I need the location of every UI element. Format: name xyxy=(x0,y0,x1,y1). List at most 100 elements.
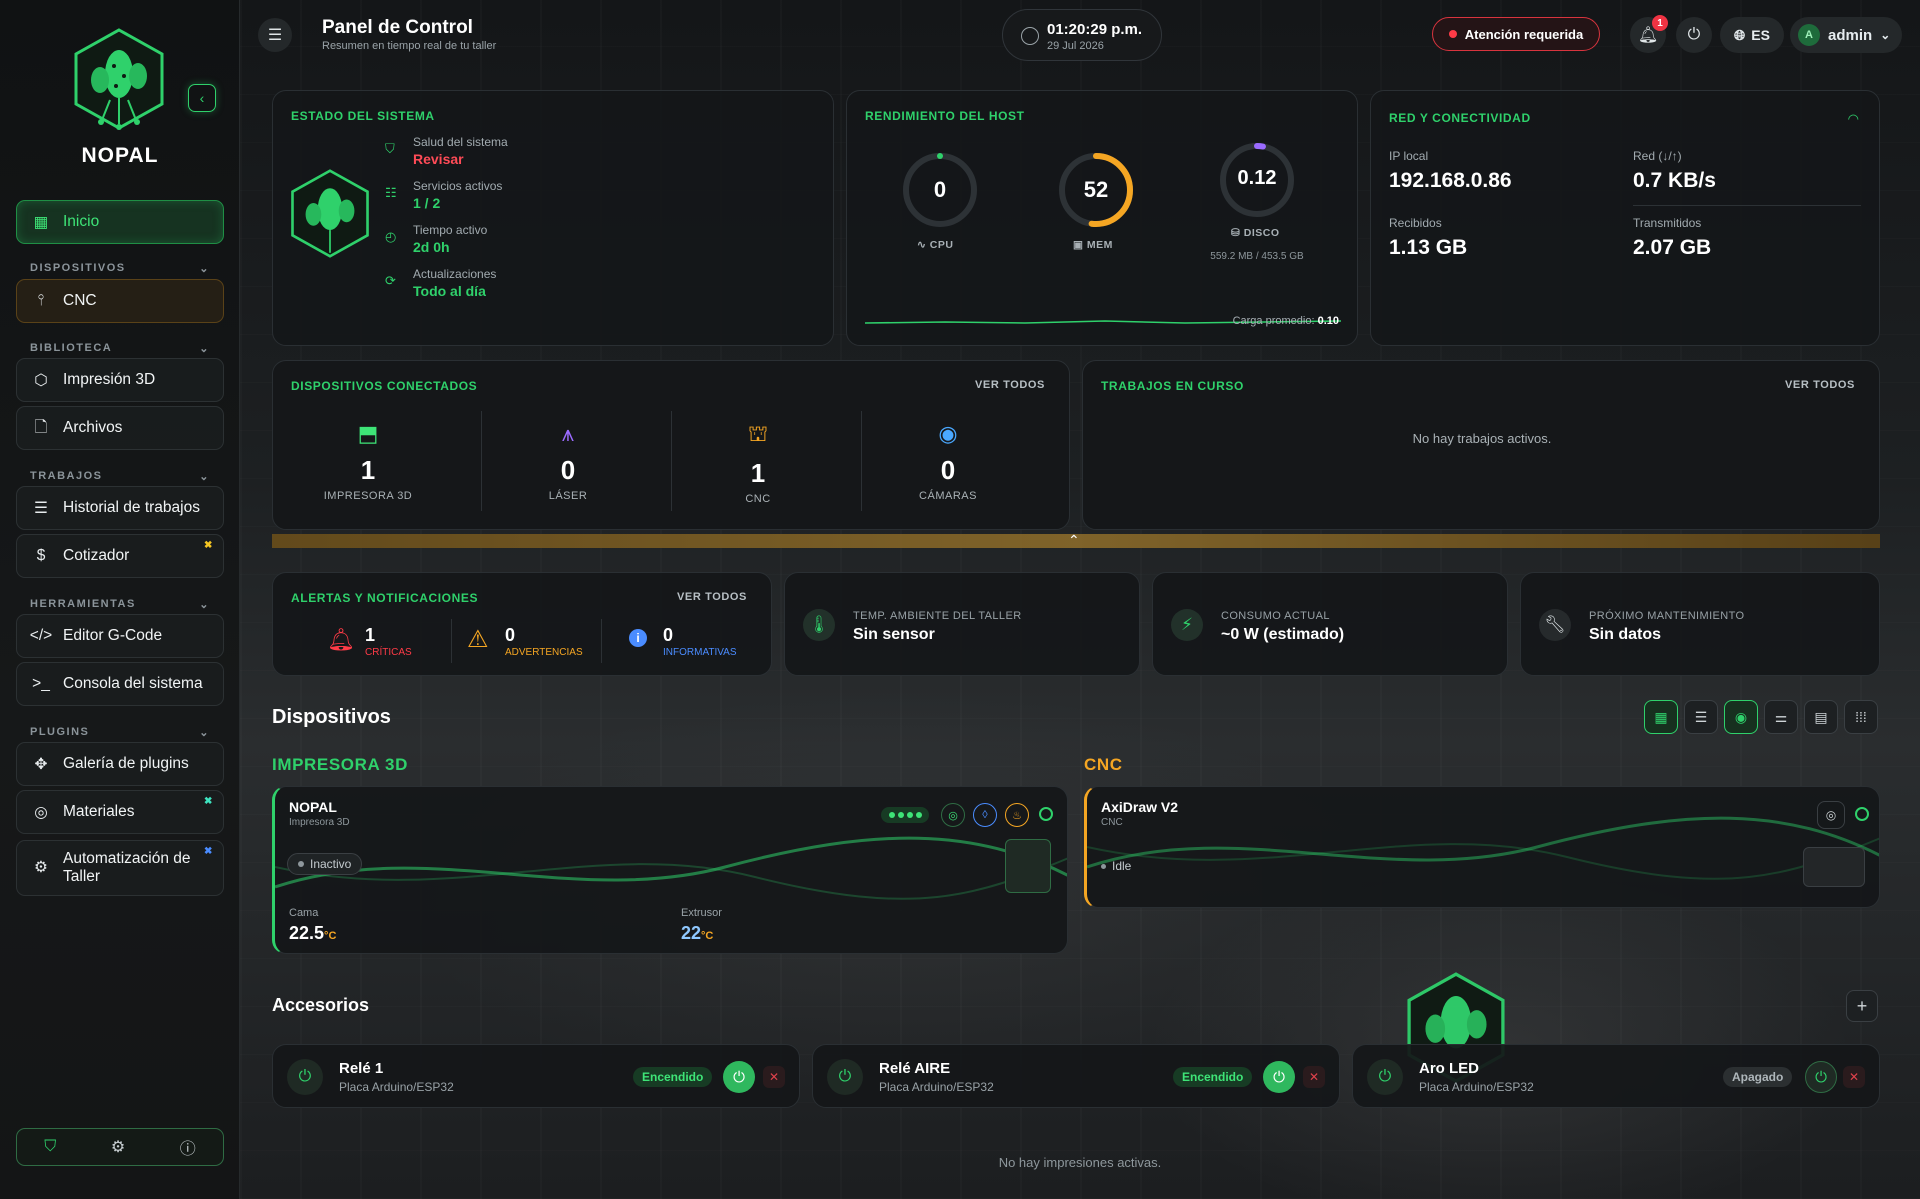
printer-category-title: IMPRESORA 3D xyxy=(272,755,408,774)
maintenance-card: 🔧︎ PRÓXIMO MANTENIMIENTO Sin datos xyxy=(1520,572,1880,676)
host-performance-card: RENDIMIENTO DEL HOST 0 ∿ CPU 52 ▣ MEM 0.… xyxy=(846,90,1358,346)
chevron-left-icon: ‹ xyxy=(199,90,205,106)
status-row-label: Actualizaciones xyxy=(413,267,497,281)
online-status-icon xyxy=(1855,807,1869,821)
nav-materiales[interactable]: ◎ Materiales xyxy=(16,790,224,834)
status-row-value: 1 / 2 xyxy=(413,195,441,211)
help-icon[interactable]: ⓘ xyxy=(180,1135,196,1159)
nav-automatizacion[interactable]: ⚙ Automatización de Taller xyxy=(16,840,224,896)
online-status-icon xyxy=(1039,807,1053,821)
nav-cotizador[interactable]: $ Cotizador xyxy=(16,534,224,578)
remove-accessory-button[interactable]: ✕ xyxy=(1303,1066,1325,1088)
wrench-icon: 🔧︎ xyxy=(1539,609,1571,641)
status-row-label: Salud del sistema xyxy=(413,135,508,149)
eye-icon[interactable]: ◉ xyxy=(1724,700,1758,734)
laser-icon: ⩚ xyxy=(561,421,575,446)
printer-card-nopal[interactable]: NOPAL Impresora 3D ◎ ◊ ♨ Inactivo Cama 2… xyxy=(272,786,1068,954)
server-icon: ☷ xyxy=(385,185,397,200)
nav-archivos[interactable]: 🗋 Archivos xyxy=(16,406,224,450)
transmitted-bytes: 2.07 GB xyxy=(1633,236,1712,259)
globe-icon: 🌐︎ xyxy=(1734,26,1746,43)
cpu-label: ∿ CPU xyxy=(917,239,954,251)
chevron-up-icon[interactable]: ⌃ xyxy=(1068,532,1080,549)
chevron-down-icon: ⌄ xyxy=(199,727,210,739)
nav-historial[interactable]: ☰ Historial de trabajos xyxy=(16,486,224,530)
memory-value: 52 xyxy=(1083,177,1109,202)
top-bar: ☰ Panel de Control Resumen en tiempo rea… xyxy=(240,0,1920,70)
divider xyxy=(1633,205,1861,206)
nav-cnc[interactable]: ⫯ CNC xyxy=(16,279,224,323)
nav-consola[interactable]: >_ Consola del sistema xyxy=(16,662,224,706)
collapse-sidebar-button[interactable]: ‹ xyxy=(188,84,216,112)
automation-icon: ⚙ xyxy=(34,859,48,876)
power-icon: ⏻ xyxy=(287,1059,323,1095)
nav-inicio[interactable]: ▦ Inicio xyxy=(16,200,224,244)
remove-accessory-button[interactable]: ✕ xyxy=(763,1066,785,1088)
device-count-laser[interactable]: ⩚ 0 LÁSER xyxy=(473,421,663,502)
accessories-title: Accesorios xyxy=(272,995,370,1015)
device-count-cnc[interactable]: ⛫ 1 CNC xyxy=(663,421,853,505)
sidebar-footer: ⛉ ⚙ ⓘ xyxy=(16,1128,224,1166)
power-icon: ⏻ xyxy=(1367,1059,1403,1095)
alerts-card: ALERTAS Y NOTIFICACIONES VER TODOS 🔔︎ 1 … xyxy=(272,572,772,676)
ambient-temp-card: 🌡︎ TEMP. AMBIENTE DEL TALLER Sin sensor xyxy=(784,572,1140,676)
device-count-cameras[interactable]: ◉ 0 CÁMARAS xyxy=(853,421,1043,502)
nav-galeria-plugins[interactable]: ✥ Galería de plugins xyxy=(16,742,224,786)
accessory-rele-aire: ⏻ Relé AIRE Placa Arduino/ESP32 Encendid… xyxy=(812,1044,1340,1108)
thermometer-icon: 🌡︎ xyxy=(803,609,835,641)
accessory-aro-led: ⏻ Aro LED Placa Arduino/ESP32 Apagado ⏻ … xyxy=(1352,1044,1880,1108)
jobs-in-progress-card: TRABAJOS EN CURSO VER TODOS No hay traba… xyxy=(1082,360,1880,530)
view-all-jobs-link[interactable]: VER TODOS xyxy=(1785,379,1855,391)
disk-value: 0.12 xyxy=(1237,167,1277,189)
grid-view-icon[interactable]: ▦ xyxy=(1644,700,1678,734)
layout-icon[interactable]: ▤ xyxy=(1804,700,1838,734)
page-subtitle: Resumen en tiempo real de tu taller xyxy=(322,40,497,52)
notifications-bell-icon[interactable]: 🔔︎ 1 xyxy=(1630,15,1668,53)
accessory-rele-1: ⏻ Relé 1 Placa Arduino/ESP32 Encendido ⏻… xyxy=(272,1044,800,1108)
toggle-power-button[interactable]: ⏻ xyxy=(1263,1061,1295,1093)
section-herramientas[interactable]: HERRAMIENTAS ⌄ xyxy=(30,598,210,611)
toggle-power-button[interactable]: ⏻ xyxy=(723,1061,755,1093)
sparkle-icon: ✖ xyxy=(204,540,213,551)
cnc-card-axidraw[interactable]: AxiDraw V2 CNC ◎ Idle xyxy=(1084,786,1880,908)
camera-icon[interactable]: ◎ xyxy=(941,803,965,827)
power-icon[interactable]: ⏻ xyxy=(1676,17,1712,53)
fire-icon[interactable]: ♨ xyxy=(1005,803,1029,827)
section-dispositivos[interactable]: DISPOSITIVOS ⌄ xyxy=(30,262,210,275)
page-title: Panel de Control xyxy=(322,17,473,38)
user-menu[interactable]: A admin ⌄ xyxy=(1790,17,1902,53)
camera-icon[interactable]: ◎ xyxy=(1817,801,1845,829)
language-selector[interactable]: 🌐︎ ES xyxy=(1720,17,1784,53)
section-trabajos[interactable]: TRABAJOS ⌄ xyxy=(30,470,210,483)
terminal-icon: >_ xyxy=(32,675,50,692)
nav-editor-gcode[interactable]: </> Editor G-Code xyxy=(16,614,224,658)
sliders-icon[interactable]: ⚌ xyxy=(1764,700,1798,734)
spool-icon: ◎ xyxy=(34,803,48,821)
section-plugins[interactable]: PLUGINS ⌄ xyxy=(30,726,210,739)
power-consumption-card: ⚡︎ CONSUMO ACTUAL ~0 W (estimado) xyxy=(1152,572,1508,676)
nav-impresion-3d[interactable]: ⬡ Impresión 3D xyxy=(16,358,224,402)
section-biblioteca[interactable]: BIBLIOTECA ⌄ xyxy=(30,342,210,355)
add-accessory-button[interactable]: + xyxy=(1846,990,1878,1022)
decorative-wave xyxy=(275,836,1067,900)
chevron-down-icon: ⌄ xyxy=(199,471,210,483)
remove-accessory-button[interactable]: ✕ xyxy=(1843,1066,1865,1088)
shield-icon[interactable]: ⛉ xyxy=(44,1138,56,1156)
activity-icon: ∿ xyxy=(917,239,927,251)
system-status-card: ESTADO DEL SISTEMA ⛉ Salud del sistema Rev… xyxy=(272,90,834,346)
decorative-wave xyxy=(1087,816,1879,880)
menu-hamburger-icon[interactable]: ☰ xyxy=(258,18,292,52)
camera-icon: ◉ xyxy=(938,421,958,446)
view-all-alerts-link[interactable]: VER TODOS xyxy=(677,591,747,603)
view-all-devices-link[interactable]: VER TODOS xyxy=(975,379,1045,391)
compact-grid-icon[interactable]: ⁞⁞⁞ xyxy=(1844,700,1878,734)
file-icon: 🗋 xyxy=(34,418,48,436)
list-view-icon[interactable]: ☰ xyxy=(1684,700,1718,734)
local-ip: 192.168.0.86 xyxy=(1389,169,1512,192)
toggle-power-button[interactable]: ⏻ xyxy=(1805,1061,1837,1093)
connected-devices-card: DISPOSITIVOS CONECTADOS VER TODOS ⬒ 1 IMPR… xyxy=(272,360,1070,530)
filament-icon[interactable]: ◊ xyxy=(973,803,997,827)
attention-required-button[interactable]: Atención requerida xyxy=(1432,17,1600,51)
settings-gear-icon[interactable]: ⚙ xyxy=(111,1137,125,1157)
device-count-printer[interactable]: ⬒ 1 IMPRESORA 3D xyxy=(273,421,463,502)
